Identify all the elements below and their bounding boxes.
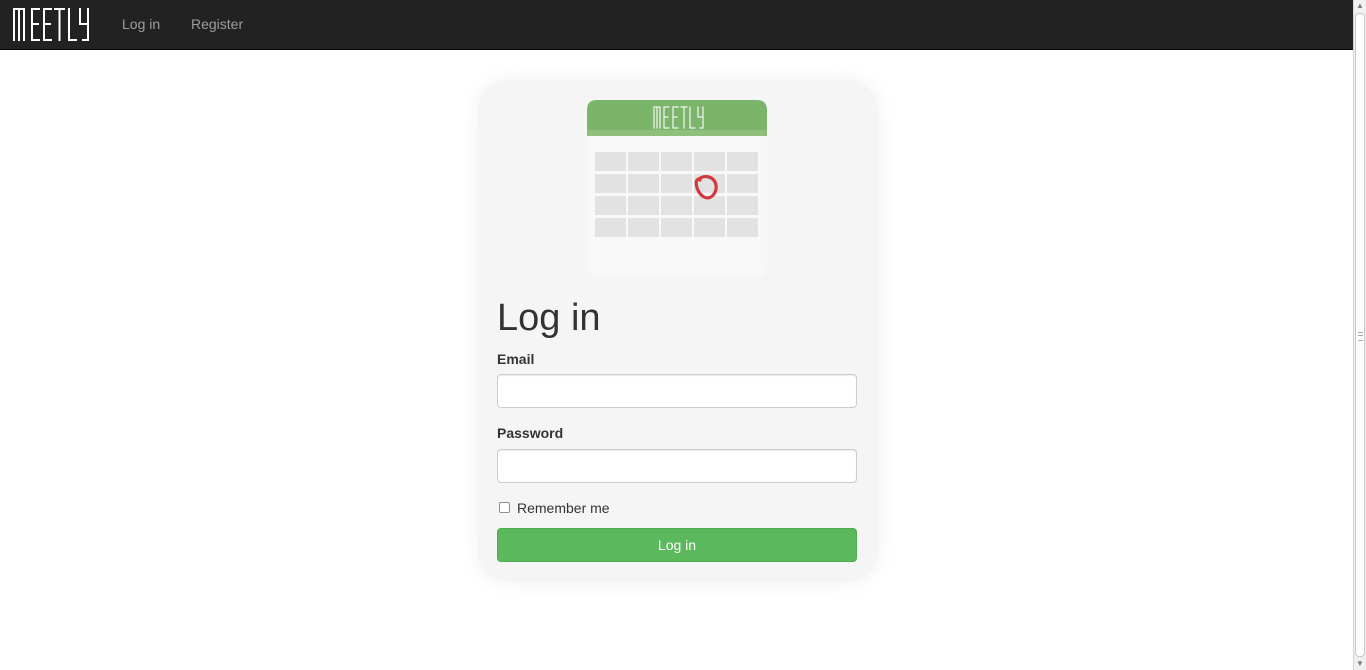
- vertical-scrollbar[interactable]: ▲ ▼: [1353, 0, 1366, 670]
- nav-login-link[interactable]: Log in: [122, 15, 160, 33]
- remember-me-label[interactable]: Remember me: [517, 499, 610, 517]
- password-label: Password: [497, 425, 564, 441]
- navbar: Log in Register: [0, 0, 1353, 50]
- brand-wordmark: [13, 8, 89, 41]
- scroll-up-arrow-icon[interactable]: ▲: [1354, 0, 1366, 12]
- remember-me-checkbox[interactable]: [499, 502, 510, 513]
- scroll-down-arrow-icon[interactable]: ▼: [1354, 658, 1366, 670]
- scroll-grip-icon: [1358, 332, 1363, 341]
- email-label: Email: [497, 351, 535, 367]
- password-field[interactable]: [497, 449, 857, 483]
- page-title: Log in: [497, 297, 601, 339]
- login-button[interactable]: Log in: [497, 528, 857, 562]
- nav-register-link[interactable]: Register: [191, 15, 243, 33]
- calendar-logo: [586, 100, 768, 278]
- brand-logo[interactable]: [12, 6, 92, 42]
- calendar-icon: [587, 100, 767, 277]
- scrollbar-thumb[interactable]: [1355, 13, 1365, 657]
- page: Log in Register Log in Email Password Re…: [0, 0, 1353, 670]
- login-card: Log in Email Password Remember me Log in: [478, 80, 878, 582]
- email-field[interactable]: [497, 374, 857, 408]
